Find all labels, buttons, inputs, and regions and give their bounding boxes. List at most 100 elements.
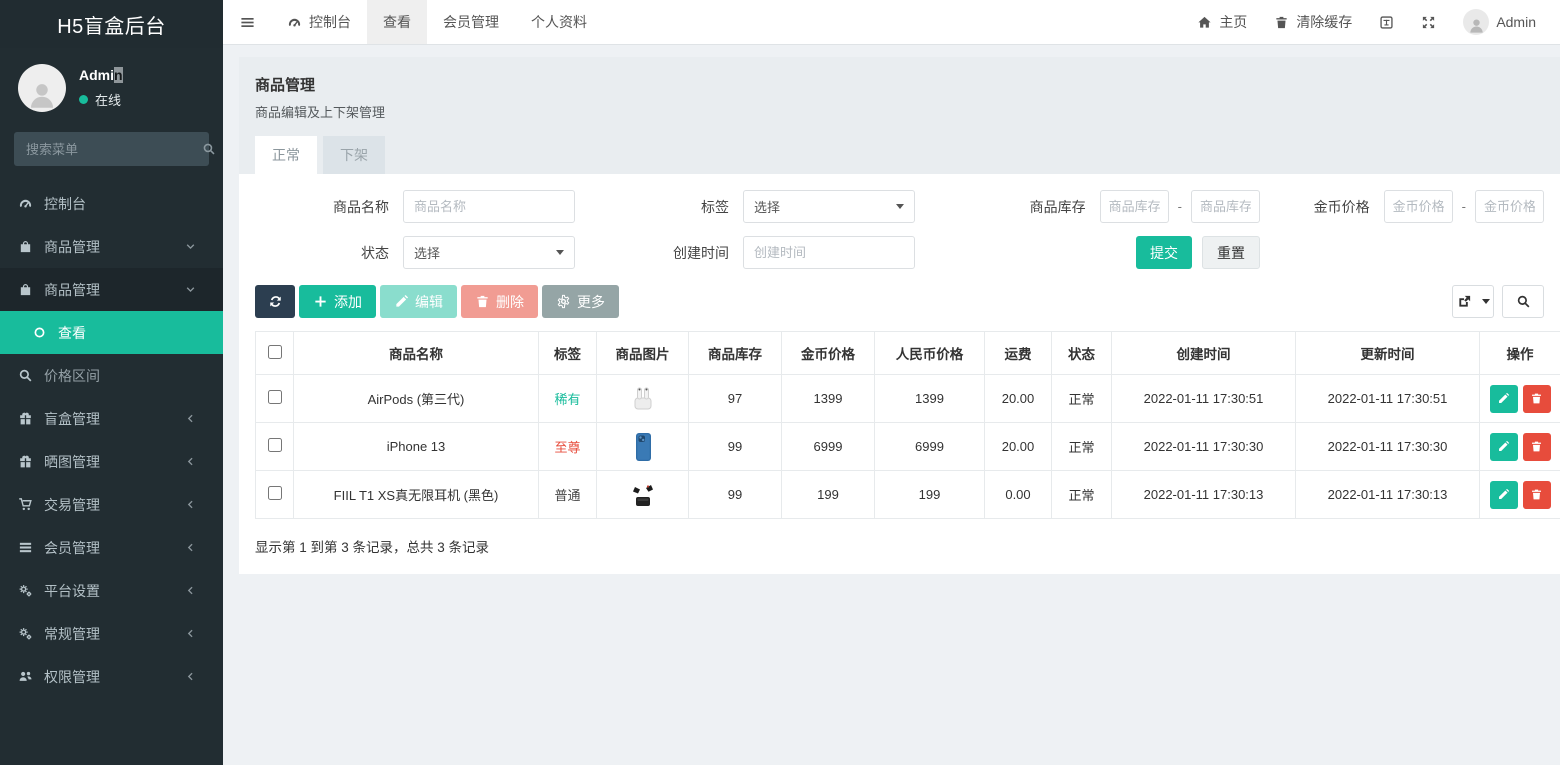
row-delete-button[interactable] [1523, 481, 1551, 509]
chevron-left-icon [185, 585, 196, 596]
pencil-icon [394, 294, 409, 309]
delete-button[interactable]: 删除 [461, 285, 538, 318]
trash-icon [475, 294, 490, 309]
topbar-tab-profile[interactable]: 个人资料 [515, 0, 603, 44]
trash-icon [1530, 440, 1543, 453]
stock-value: 99 [689, 423, 782, 471]
product-name: FIIL T1 XS真无限耳机 (黑色) [294, 471, 539, 519]
product-name: AirPods (第三代) [294, 375, 539, 423]
tab-offshelf[interactable]: 下架 [323, 136, 385, 174]
row-edit-button[interactable] [1490, 481, 1518, 509]
sidebar-item-price-range[interactable]: 价格区间 [0, 354, 223, 397]
reset-button[interactable]: 重置 [1202, 236, 1260, 269]
stock-value: 99 [689, 471, 782, 519]
row-edit-button[interactable] [1490, 385, 1518, 413]
refresh-icon [268, 294, 283, 309]
menu-search-input[interactable] [26, 142, 202, 157]
caret-down-icon [556, 250, 564, 255]
filter-form: 商品名称 标签 选择 商品库存 - 金币价格 - 状态 选择 创建时间 [255, 190, 1544, 269]
sidebar-item-permissions[interactable]: 权限管理 [0, 655, 223, 698]
sidebar-item-general[interactable]: 常规管理 [0, 612, 223, 655]
export-button[interactable] [1452, 285, 1494, 318]
gear-icon [556, 294, 571, 309]
edit-button[interactable]: 编辑 [380, 285, 457, 318]
sidebar-item-dashboard[interactable]: 控制台 [0, 182, 223, 225]
plus-icon [313, 294, 328, 309]
tag-badge: 普通 [554, 488, 580, 503]
user-avatar-small [1463, 9, 1489, 35]
pencil-icon [1497, 440, 1510, 453]
refresh-button[interactable] [255, 285, 295, 318]
stock-max-input[interactable] [1191, 190, 1260, 223]
sidebar-item-goods-1[interactable]: 商品管理 [0, 225, 223, 268]
topbar-tab-members[interactable]: 会员管理 [427, 0, 515, 44]
range-separator: - [1462, 199, 1466, 214]
add-button[interactable]: 添加 [299, 285, 376, 318]
col-tag: 标签 [539, 332, 597, 375]
sidebar-item-photos[interactable]: 晒图管理 [0, 440, 223, 483]
caret-down-icon [1482, 299, 1490, 304]
sidebar-item-platform[interactable]: 平台设置 [0, 569, 223, 612]
topbar-user[interactable]: Admin [1463, 9, 1536, 35]
name-filter-label: 商品名称 [255, 197, 403, 217]
status-select[interactable]: 选择 [403, 236, 575, 269]
search-icon [18, 368, 33, 383]
pencil-icon [1497, 488, 1510, 501]
home-button[interactable]: 主页 [1197, 12, 1247, 32]
sidebar-item-trade[interactable]: 交易管理 [0, 483, 223, 526]
language-button[interactable] [1379, 15, 1394, 30]
row-checkbox[interactable] [268, 486, 282, 500]
chevron-left-icon [185, 542, 196, 553]
sidebar-item-goods-2[interactable]: 商品管理 [0, 268, 223, 311]
tab-normal[interactable]: 正常 [255, 136, 317, 174]
rmb-price-value: 6999 [875, 423, 985, 471]
col-shipping: 运费 [985, 332, 1052, 375]
coin-min-input[interactable] [1384, 190, 1453, 223]
col-updated: 更新时间 [1296, 332, 1480, 375]
rmb-price-value: 199 [875, 471, 985, 519]
row-delete-button[interactable] [1523, 433, 1551, 461]
row-checkbox[interactable] [268, 390, 282, 404]
status-value: 正常 [1052, 471, 1112, 519]
col-created: 创建时间 [1112, 332, 1296, 375]
select-all-checkbox[interactable] [268, 345, 282, 359]
coin-price-value: 6999 [782, 423, 875, 471]
coin-price-value: 1399 [782, 375, 875, 423]
tag-select[interactable]: 选择 [743, 190, 915, 223]
sidebar-item-members[interactable]: 会员管理 [0, 526, 223, 569]
expand-icon [1421, 15, 1436, 30]
row-checkbox[interactable] [268, 438, 282, 452]
sidebar-item-blindbox[interactable]: 盲盒管理 [0, 397, 223, 440]
range-separator: - [1178, 199, 1182, 214]
created-filter-input[interactable] [743, 236, 915, 269]
col-name: 商品名称 [294, 332, 539, 375]
topbar-tab-view[interactable]: 查看 [367, 0, 427, 44]
goods-table: 商品名称 标签 商品图片 商品库存 金币价格 人民币价格 运费 状态 创建时间 … [255, 331, 1560, 519]
col-stock: 商品库存 [689, 332, 782, 375]
topbar-tab-dashboard[interactable]: 控制台 [271, 0, 367, 44]
coin-filter-label: 金币价格 [1260, 197, 1384, 217]
sidebar-item-view[interactable]: 查看 [0, 311, 223, 354]
cart-icon [18, 497, 33, 512]
sidebar-toggle-button[interactable] [223, 0, 271, 44]
clear-cache-button[interactable]: 清除缓存 [1274, 12, 1352, 32]
fullscreen-button[interactable] [1421, 15, 1436, 30]
created-value: 2022-01-11 17:30:13 [1112, 471, 1296, 519]
row-edit-button[interactable] [1490, 433, 1518, 461]
user-avatar [18, 64, 66, 112]
rmb-price-value: 1399 [875, 375, 985, 423]
submit-button[interactable]: 提交 [1136, 236, 1192, 269]
row-delete-button[interactable] [1523, 385, 1551, 413]
gift-icon [18, 411, 33, 426]
coin-max-input[interactable] [1475, 190, 1544, 223]
more-button[interactable]: 更多 [542, 285, 619, 318]
search-icon [202, 142, 216, 156]
stock-min-input[interactable] [1100, 190, 1169, 223]
search-toggle-button[interactable] [1502, 285, 1544, 318]
user-name: Admin [79, 67, 123, 83]
trash-icon [1530, 488, 1543, 501]
search-icon [1516, 294, 1531, 309]
tag-badge: 至尊 [554, 440, 580, 455]
col-ops: 操作 [1480, 332, 1560, 375]
name-filter-input[interactable] [403, 190, 575, 223]
